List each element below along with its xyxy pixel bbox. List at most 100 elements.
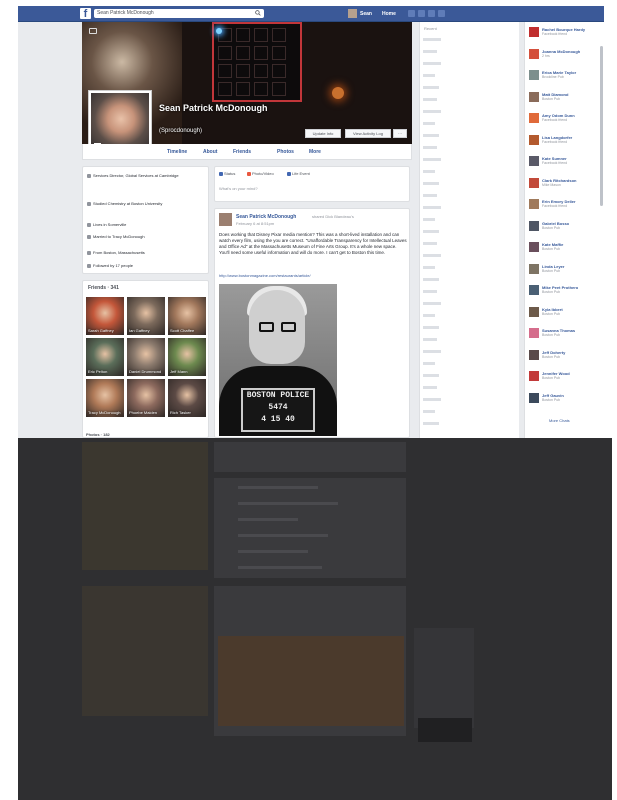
chat-contact[interactable]: Lisa Langdorfer Facebook friend [529, 134, 603, 148]
plaque-line: 5474 [268, 403, 288, 412]
composer-tab-status[interactable]: Status [219, 171, 235, 176]
cover-window [212, 22, 302, 102]
intro-item-label[interactable]: Lives in Somerville [93, 222, 126, 227]
glasses-lens [259, 322, 274, 332]
nav-avatar[interactable] [348, 9, 357, 18]
contact-avatar [529, 328, 539, 338]
friend-tile[interactable]: Jeff Mann [168, 338, 206, 376]
friend-tile[interactable]: Ian Gaffney [127, 297, 165, 335]
chat-contact[interactable]: Susanna Thomas Boston Pub [529, 327, 603, 341]
friend-tile[interactable]: Eric Pelton [86, 338, 124, 376]
contact-avatar [529, 48, 539, 59]
friends-card: Friends · 341 Sarah Gaffney Ian Gaffney Sc… [82, 280, 209, 438]
more-chats-link[interactable]: More Chats [549, 418, 570, 423]
post-timestamp[interactable]: February 6 at 8:51pm [236, 221, 274, 226]
tab-timeline[interactable]: Timeline [167, 149, 187, 155]
photos-section-title[interactable]: Photos · 182 [86, 432, 110, 437]
search-icon[interactable] [255, 10, 261, 16]
nav-profile-link[interactable]: Sean [360, 11, 372, 17]
contact-avatar [529, 70, 539, 80]
friend-name: Scott Chaffee [170, 328, 195, 333]
contact-subtext: Facebook friend [542, 161, 568, 165]
cover-lamp [332, 87, 344, 99]
contact-avatar [529, 134, 539, 145]
search-input[interactable]: Sean Patrick McDonough [94, 9, 264, 18]
friends-title[interactable]: Friends · 341 [88, 285, 119, 291]
intro-item: Studied Chemistry at Boston University [87, 201, 205, 206]
flag-icon [287, 171, 291, 176]
messages-icon[interactable] [418, 10, 425, 17]
friend-tile[interactable]: Phoebe Maiden [127, 379, 165, 417]
post-author-avatar[interactable] [219, 213, 232, 226]
chat-contact[interactable]: Rachel Bourque Hardy Facebook friend [529, 26, 603, 40]
tab-more[interactable]: More [309, 149, 321, 155]
chat-contact[interactable]: Gabriel Bosso Boston Pub [529, 220, 603, 234]
post-shared-text[interactable]: shared Dick Blandeau's [312, 214, 354, 219]
post-link[interactable]: http://www.bostonmagazine.com/restaurant… [219, 273, 407, 278]
composer-tab-label: Life Event [292, 171, 310, 176]
camera-icon [247, 171, 251, 176]
friend-tile[interactable]: Scott Chaffee [168, 297, 206, 335]
contact-avatar [529, 392, 539, 403]
privacy-icon[interactable] [438, 10, 445, 17]
ticker-title: Recent [424, 26, 437, 31]
notifications-icon[interactable] [428, 10, 435, 17]
contact-subtext: Facebook friend [542, 139, 568, 144]
chat-contact[interactable]: Kyla Ibbert Boston Pub [529, 306, 603, 320]
post-composer: Status Photo/Video Life Event What's on … [214, 166, 410, 202]
friend-name: Phoebe Maiden [129, 410, 158, 415]
chat-contact[interactable]: Erin Emory Deller Facebook friend [529, 198, 603, 212]
contact-subtext: Facebook friend [542, 118, 568, 122]
chat-contact[interactable]: Kate Maffie Boston Pub [529, 241, 603, 255]
chat-contact[interactable]: Clark Ritchardson Mike Mason [529, 177, 603, 191]
contact-avatar [529, 220, 539, 231]
contact-subtext: Boston Pub [542, 354, 561, 359]
contact-avatar [529, 27, 539, 37]
post-image[interactable]: BOSTON POLICE 5474 4 15 40 [219, 284, 337, 436]
friend-name: Daniel Drummond [129, 369, 162, 374]
chat-scrollbar[interactable] [600, 46, 603, 206]
chat-contact[interactable]: Erica Marie Taylor Brookline Pub [529, 69, 603, 83]
friend-tile[interactable]: Daniel Drummond [127, 338, 165, 376]
friend-requests-icon[interactable] [408, 10, 415, 17]
intro-item-label[interactable]: Married to Tracy McDonough [93, 234, 145, 239]
friend-tile[interactable]: Sarah Gaffney [86, 297, 124, 335]
post-author-name[interactable]: Sean Patrick McDonough [236, 214, 296, 220]
facebook-logo[interactable]: f [80, 8, 91, 20]
contact-subtext: Boston Pub [542, 311, 561, 316]
chat-contact[interactable]: Mike Peet Prothero Boston Pub [529, 284, 603, 298]
profile-name[interactable]: Sean Patrick McDonough [159, 103, 279, 114]
chat-contact[interactable]: Jeff Doherty Boston Pub [529, 349, 603, 363]
composer-tab-photo[interactable]: Photo/Video [247, 171, 274, 176]
intro-item-label[interactable]: Services Director, Global Services at Ca… [93, 173, 179, 178]
chat-contact[interactable]: Linda Leyer Boston Pub [529, 263, 603, 277]
intro-item-label[interactable]: From Boston, Massachusetts [93, 250, 145, 255]
chat-contact[interactable]: Jeff Gauvin Boston Pub [529, 392, 603, 406]
graduation-cap-icon [87, 201, 91, 206]
nav-home-link[interactable]: Home [382, 11, 396, 17]
contact-subtext: Boston Pub [542, 268, 561, 273]
contact-subtext: Boston Pub [542, 225, 561, 230]
composer-input[interactable]: What's on your mind? [219, 186, 258, 191]
timeline-post: Sean Patrick McDonough shared Dick Bland… [214, 208, 410, 438]
intro-item: Lives in Somerville [87, 222, 205, 227]
chat-contact[interactable]: Joanna McDonough 2 hrs [529, 48, 603, 62]
search-input-value: Sean Patrick McDonough [97, 10, 154, 16]
camera-icon[interactable] [89, 28, 97, 34]
tab-photos[interactable]: Photos [277, 149, 294, 155]
friend-tile[interactable]: Tracy McDonough [86, 379, 124, 417]
tab-about[interactable]: About [203, 149, 217, 155]
intro-item-label[interactable]: Followed by 17 people [93, 263, 133, 268]
dimmed-overlay-region [18, 438, 612, 800]
intro-item-label[interactable]: Studied Chemistry at Boston University [93, 201, 162, 206]
friend-tile[interactable]: Rich Tasker [168, 379, 206, 417]
composer-tab-life-event[interactable]: Life Event [287, 171, 310, 176]
update-info-button[interactable]: Update Info [305, 129, 341, 138]
chat-contact[interactable]: Amy Odom Dunn Facebook friend [529, 112, 603, 126]
chat-contact[interactable]: Kate Sumner Facebook friend [529, 155, 603, 169]
chat-contact[interactable]: Jennifer Wood Boston Pub [529, 370, 603, 384]
activity-log-button[interactable]: View Activity Log [345, 129, 391, 138]
tab-friends[interactable]: Friends [233, 149, 251, 155]
chat-contact[interactable]: Matt Diamond Boston Pub [529, 91, 603, 105]
more-options-button[interactable]: ··· [393, 129, 407, 138]
